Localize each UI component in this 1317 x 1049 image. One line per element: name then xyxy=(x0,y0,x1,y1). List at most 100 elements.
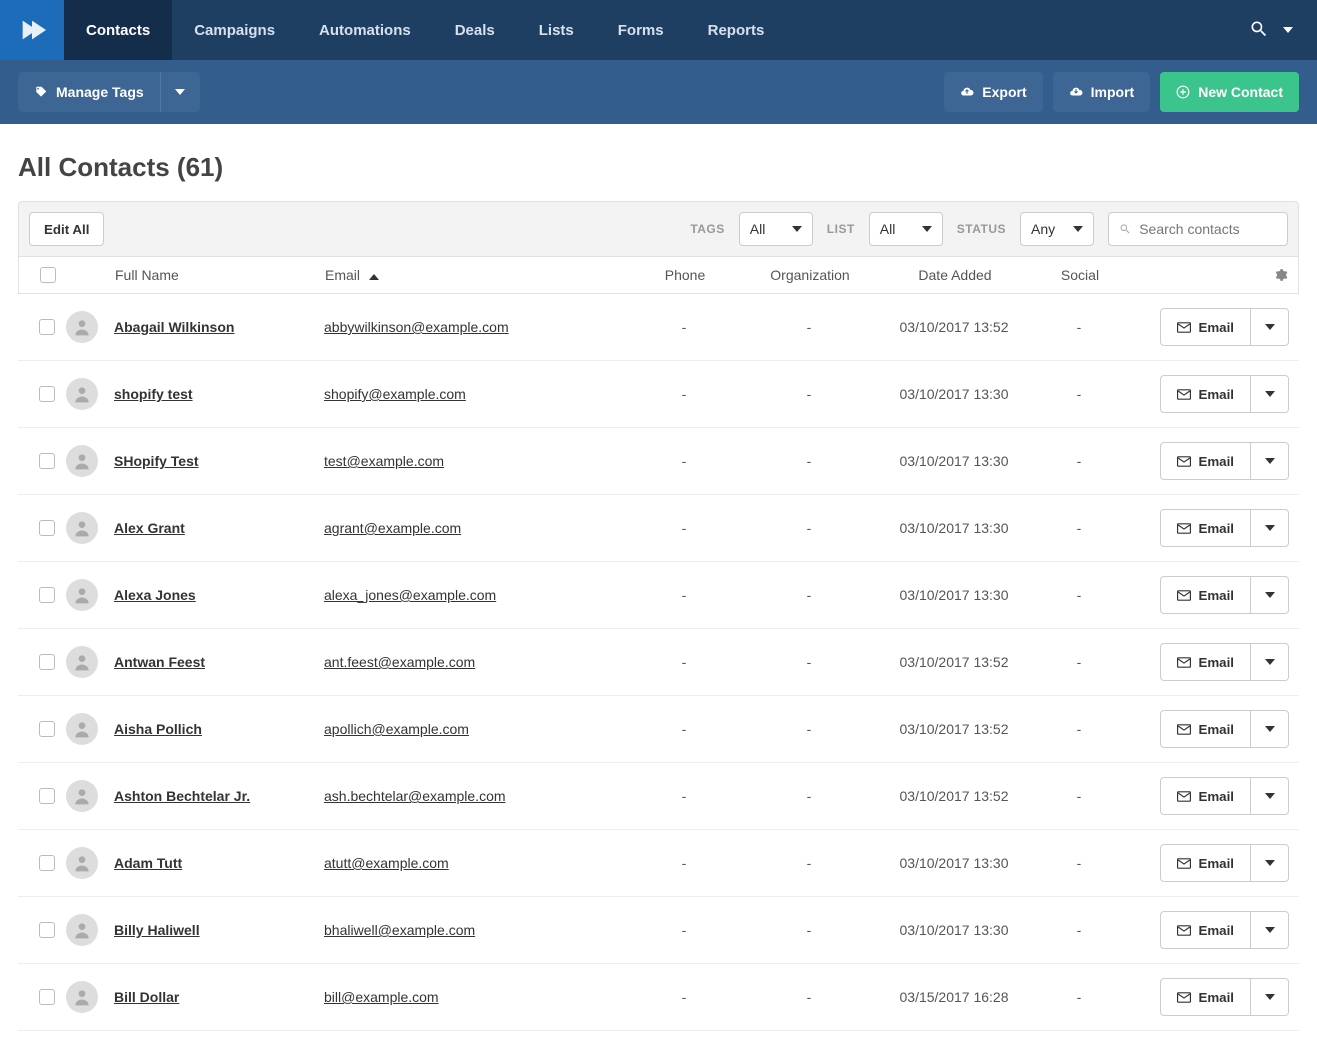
row-actions-caret[interactable] xyxy=(1251,777,1289,815)
contact-name-link[interactable]: Adam Tutt xyxy=(114,855,182,871)
email-button[interactable]: Email xyxy=(1160,777,1251,815)
search-input[interactable] xyxy=(1139,221,1277,237)
contact-name-link[interactable]: Ashton Bechtelar Jr. xyxy=(114,788,250,804)
contact-name-link[interactable]: Billy Haliwell xyxy=(114,922,200,938)
contact-email-link[interactable]: apollich@example.com xyxy=(324,721,469,737)
row-checkbox[interactable] xyxy=(39,922,55,938)
nav-item-reports[interactable]: Reports xyxy=(686,0,787,60)
column-header-social[interactable]: Social xyxy=(1035,267,1125,283)
manage-tags-button[interactable]: Manage Tags xyxy=(18,72,160,112)
row-actions-caret[interactable] xyxy=(1251,911,1289,949)
row-actions-caret[interactable] xyxy=(1251,710,1289,748)
contact-name-link[interactable]: Antwan Feest xyxy=(114,654,205,670)
contact-email-link[interactable]: abbywilkinson@example.com xyxy=(324,319,509,335)
new-contact-button[interactable]: New Contact xyxy=(1160,72,1299,112)
contact-org: - xyxy=(807,654,812,670)
email-button[interactable]: Email xyxy=(1160,442,1251,480)
row-actions-caret[interactable] xyxy=(1251,308,1289,346)
gear-icon[interactable] xyxy=(1274,268,1288,282)
row-actions-caret[interactable] xyxy=(1251,375,1289,413)
user-menu-caret[interactable] xyxy=(1283,27,1293,33)
contact-name-link[interactable]: Alexa Jones xyxy=(114,587,196,603)
column-header-phone[interactable]: Phone xyxy=(625,267,745,283)
email-button[interactable]: Email xyxy=(1160,710,1251,748)
contact-name-link[interactable]: Alex Grant xyxy=(114,520,185,536)
row-checkbox[interactable] xyxy=(39,654,55,670)
contact-social: - xyxy=(1077,453,1082,469)
contact-name-link[interactable]: shopify test xyxy=(114,386,193,402)
email-button[interactable]: Email xyxy=(1160,911,1251,949)
search-box[interactable] xyxy=(1108,212,1288,246)
nav-item-campaigns[interactable]: Campaigns xyxy=(172,0,297,60)
row-checkbox[interactable] xyxy=(39,788,55,804)
contact-name-link[interactable]: Aisha Pollich xyxy=(114,721,202,737)
sort-asc-icon xyxy=(369,274,379,280)
avatar xyxy=(66,981,98,1013)
row-checkbox[interactable] xyxy=(39,855,55,871)
chevron-down-icon xyxy=(1073,226,1083,232)
column-header-name[interactable]: Full Name xyxy=(115,267,325,283)
contact-social: - xyxy=(1077,654,1082,670)
contact-email-link[interactable]: agrant@example.com xyxy=(324,520,461,536)
row-checkbox[interactable] xyxy=(39,721,55,737)
nav-item-contacts[interactable]: Contacts xyxy=(64,0,172,60)
search-icon[interactable] xyxy=(1249,19,1269,42)
email-button[interactable]: Email xyxy=(1160,576,1251,614)
row-actions-caret[interactable] xyxy=(1251,844,1289,882)
avatar-icon xyxy=(72,786,92,806)
import-button[interactable]: Import xyxy=(1053,72,1151,112)
email-button[interactable]: Email xyxy=(1160,978,1251,1016)
avatar-icon xyxy=(72,451,92,471)
avatar xyxy=(66,780,98,812)
contact-email-link[interactable]: alexa_jones@example.com xyxy=(324,587,496,603)
row-checkbox[interactable] xyxy=(39,319,55,335)
manage-tags-caret[interactable] xyxy=(160,72,200,112)
edit-all-button[interactable]: Edit All xyxy=(29,212,104,246)
contact-name-link[interactable]: SHopify Test xyxy=(114,453,199,469)
email-button[interactable]: Email xyxy=(1160,375,1251,413)
contact-email-link[interactable]: ash.bechtelar@example.com xyxy=(324,788,506,804)
row-actions-caret[interactable] xyxy=(1251,643,1289,681)
column-header-date[interactable]: Date Added xyxy=(875,267,1035,283)
row-checkbox[interactable] xyxy=(39,989,55,1005)
contact-name-link[interactable]: Bill Dollar xyxy=(114,989,179,1005)
row-checkbox[interactable] xyxy=(39,520,55,536)
row-actions-caret[interactable] xyxy=(1251,442,1289,480)
column-header-email[interactable]: Email xyxy=(325,267,625,283)
contact-email-link[interactable]: bill@example.com xyxy=(324,989,439,1005)
row-checkbox[interactable] xyxy=(39,587,55,603)
nav-item-automations[interactable]: Automations xyxy=(297,0,433,60)
row-checkbox[interactable] xyxy=(39,453,55,469)
tags-filter-dropdown[interactable]: All xyxy=(739,212,813,246)
contact-social: - xyxy=(1077,855,1082,871)
nav-item-deals[interactable]: Deals xyxy=(433,0,517,60)
select-all-checkbox[interactable] xyxy=(40,267,56,283)
contact-email-link[interactable]: shopify@example.com xyxy=(324,386,466,402)
contact-email-link[interactable]: test@example.com xyxy=(324,453,444,469)
email-button[interactable]: Email xyxy=(1160,643,1251,681)
nav-item-forms[interactable]: Forms xyxy=(596,0,686,60)
row-actions-caret[interactable] xyxy=(1251,978,1289,1016)
contact-email-link[interactable]: bhaliwell@example.com xyxy=(324,922,475,938)
list-filter-dropdown[interactable]: All xyxy=(869,212,943,246)
avatar xyxy=(66,579,98,611)
contact-date: 03/10/2017 13:30 xyxy=(900,453,1009,469)
email-button[interactable]: Email xyxy=(1160,308,1251,346)
contact-name-link[interactable]: Abagail Wilkinson xyxy=(114,319,234,335)
email-button[interactable]: Email xyxy=(1160,844,1251,882)
status-filter-label: STATUS xyxy=(957,222,1006,236)
contact-date: 03/10/2017 13:30 xyxy=(900,520,1009,536)
row-actions-caret[interactable] xyxy=(1251,509,1289,547)
status-filter-dropdown[interactable]: Any xyxy=(1020,212,1094,246)
contact-email-link[interactable]: ant.feest@example.com xyxy=(324,654,475,670)
table-row: SHopify Testtest@example.com--03/10/2017… xyxy=(18,428,1299,495)
row-actions-caret[interactable] xyxy=(1251,576,1289,614)
column-header-org[interactable]: Organization xyxy=(745,267,875,283)
manage-tags-group: Manage Tags xyxy=(18,72,200,112)
email-button[interactable]: Email xyxy=(1160,509,1251,547)
export-button[interactable]: Export xyxy=(944,72,1042,112)
row-checkbox[interactable] xyxy=(39,386,55,402)
contact-email-link[interactable]: atutt@example.com xyxy=(324,855,449,871)
nav-item-lists[interactable]: Lists xyxy=(517,0,596,60)
app-logo[interactable] xyxy=(0,0,64,60)
